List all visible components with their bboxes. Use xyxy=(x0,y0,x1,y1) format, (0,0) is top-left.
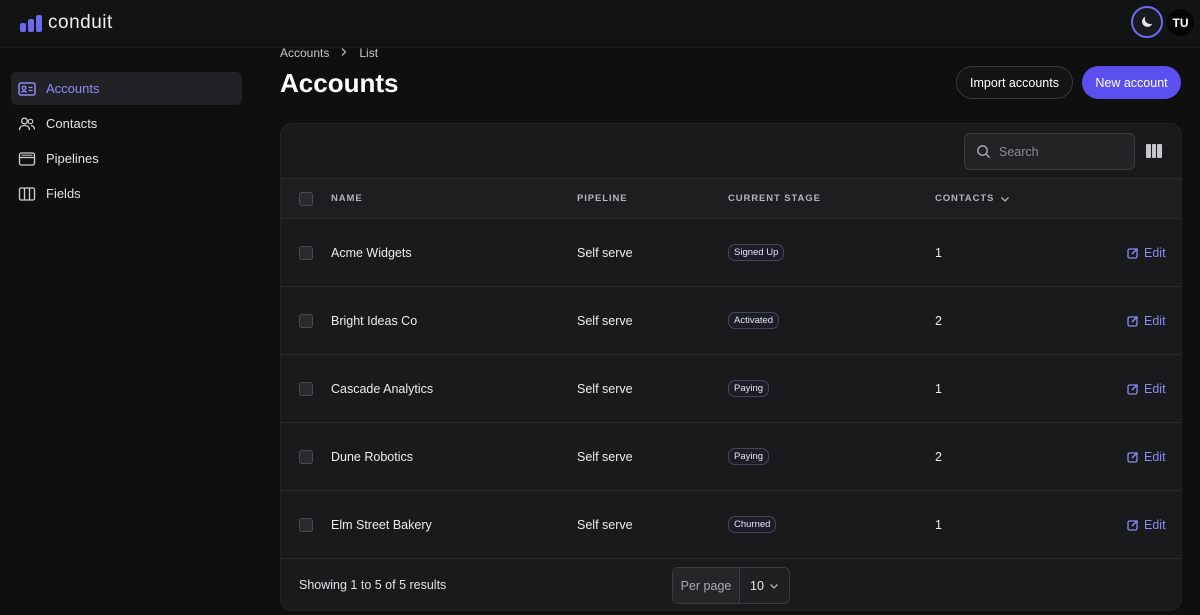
sidebar-item-pipelines[interactable]: Pipelines xyxy=(11,142,242,175)
columns-icon xyxy=(18,185,36,203)
stage-badge: Activated xyxy=(728,312,780,329)
row-pipeline: Self serve xyxy=(577,449,633,464)
stage-badge: Signed Up xyxy=(728,244,785,261)
sidebar-item-contacts[interactable]: Contacts xyxy=(11,107,242,140)
table-row[interactable]: Acme Widgets Self serve Signed Up 1 Edit xyxy=(281,219,1181,287)
row-contacts: 1 xyxy=(935,381,942,396)
breadcrumb-list: List xyxy=(359,46,379,60)
stage-badge: Churned xyxy=(728,516,777,533)
sidebar-item-label: Contacts xyxy=(46,116,98,131)
edit-icon xyxy=(1127,315,1139,327)
column-header-name[interactable]: NAME xyxy=(331,179,363,218)
per-page-dropdown[interactable]: 10 xyxy=(740,568,789,603)
stage-badge: Paying xyxy=(728,380,770,397)
row-pipeline: Self serve xyxy=(577,245,633,260)
row-checkbox[interactable] xyxy=(299,381,313,396)
column-header-pipeline[interactable]: PIPELINE xyxy=(577,179,628,218)
moon-icon xyxy=(1142,16,1153,27)
table-row[interactable]: Bright Ideas Co Self serve Activated 2 E… xyxy=(281,287,1181,355)
row-contacts: 2 xyxy=(935,313,942,328)
edit-button[interactable]: Edit xyxy=(1127,355,1166,422)
chevron-down-icon xyxy=(1001,196,1010,202)
column-header-stage[interactable]: CURRENT STAGE xyxy=(728,179,821,218)
search-icon xyxy=(977,145,991,159)
per-page-select[interactable]: Per page 10 xyxy=(672,567,790,604)
edit-label: Edit xyxy=(1144,381,1166,396)
edit-icon xyxy=(1127,247,1139,259)
column-header-contacts-label: CONTACTS xyxy=(935,193,995,204)
row-name[interactable]: Acme Widgets xyxy=(331,219,412,286)
row-contacts: 2 xyxy=(935,449,942,464)
table-header: NAME PIPELINE CURRENT STAGE CONTACTS xyxy=(281,179,1181,219)
users-icon xyxy=(18,115,36,133)
user-avatar[interactable]: TU xyxy=(1167,9,1194,36)
row-pipeline: Self serve xyxy=(577,313,633,328)
row-checkbox[interactable] xyxy=(299,245,313,260)
top-bar: conduit TU xyxy=(0,0,1200,48)
table-row[interactable]: Cascade Analytics Self serve Paying 1 Ed… xyxy=(281,355,1181,423)
row-checkbox[interactable] xyxy=(299,517,313,532)
sidebar: Accounts Contacts Pipelines Fields xyxy=(11,72,242,212)
edit-label: Edit xyxy=(1144,245,1166,260)
row-pipeline: Self serve xyxy=(577,381,633,396)
theme-toggle-button[interactable] xyxy=(1131,6,1163,38)
breadcrumb: Accounts List xyxy=(280,46,378,60)
edit-icon xyxy=(1127,519,1139,531)
stage-badge: Paying xyxy=(728,448,770,465)
edit-label: Edit xyxy=(1144,313,1166,328)
edit-button[interactable]: Edit xyxy=(1127,219,1166,286)
app-name: conduit xyxy=(48,12,113,33)
per-page-value: 10 xyxy=(750,578,764,593)
row-contacts: 1 xyxy=(935,517,942,532)
edit-icon xyxy=(1127,383,1139,395)
edit-button[interactable]: Edit xyxy=(1127,423,1166,490)
row-name[interactable]: Elm Street Bakery xyxy=(331,491,432,558)
sidebar-item-fields[interactable]: Fields xyxy=(11,177,242,210)
id-card-icon xyxy=(18,80,36,98)
table-body: Acme Widgets Self serve Signed Up 1 Edit… xyxy=(281,219,1181,559)
columns-toggle-icon[interactable] xyxy=(1146,144,1163,158)
edit-button[interactable]: Edit xyxy=(1127,287,1166,354)
sidebar-item-label: Accounts xyxy=(46,81,100,96)
import-accounts-button[interactable]: Import accounts xyxy=(956,66,1073,99)
row-name[interactable]: Bright Ideas Co xyxy=(331,287,417,354)
new-account-button[interactable]: New account xyxy=(1082,66,1181,99)
accounts-table-card: NAME PIPELINE CURRENT STAGE CONTACTS Acm… xyxy=(280,123,1182,611)
edit-button[interactable]: Edit xyxy=(1127,491,1166,558)
search-input[interactable] xyxy=(999,144,1119,159)
sidebar-item-label: Pipelines xyxy=(46,151,99,166)
sidebar-item-label: Fields xyxy=(46,186,81,201)
edit-label: Edit xyxy=(1144,449,1166,464)
breadcrumb-accounts[interactable]: Accounts xyxy=(280,46,329,60)
row-name[interactable]: Dune Robotics xyxy=(331,423,413,490)
chevron-right-icon xyxy=(339,46,349,60)
row-pipeline: Self serve xyxy=(577,517,633,532)
table-row[interactable]: Elm Street Bakery Self serve Churned 1 E… xyxy=(281,491,1181,559)
row-checkbox[interactable] xyxy=(299,449,313,464)
select-all-checkbox[interactable] xyxy=(299,191,313,206)
table-row[interactable]: Dune Robotics Self serve Paying 2 Edit xyxy=(281,423,1181,491)
results-summary: Showing 1 to 5 of 5 results xyxy=(299,578,447,592)
chevron-down-icon xyxy=(770,583,778,589)
logo-mark-icon xyxy=(20,14,42,32)
page-title: Accounts xyxy=(280,68,399,98)
search-box[interactable] xyxy=(964,133,1135,170)
row-checkbox[interactable] xyxy=(299,313,313,328)
edit-icon xyxy=(1127,451,1139,463)
column-header-contacts[interactable]: CONTACTS xyxy=(935,179,1010,218)
per-page-label: Per page xyxy=(673,568,740,603)
table-toolbar xyxy=(281,124,1181,179)
row-name[interactable]: Cascade Analytics xyxy=(331,355,433,422)
sidebar-item-accounts[interactable]: Accounts xyxy=(11,72,242,105)
inbox-icon xyxy=(18,150,36,168)
table-footer: Showing 1 to 5 of 5 results Per page 10 xyxy=(281,557,1181,610)
app-logo[interactable]: conduit xyxy=(20,12,113,34)
row-contacts: 1 xyxy=(935,245,942,260)
edit-label: Edit xyxy=(1144,517,1166,532)
